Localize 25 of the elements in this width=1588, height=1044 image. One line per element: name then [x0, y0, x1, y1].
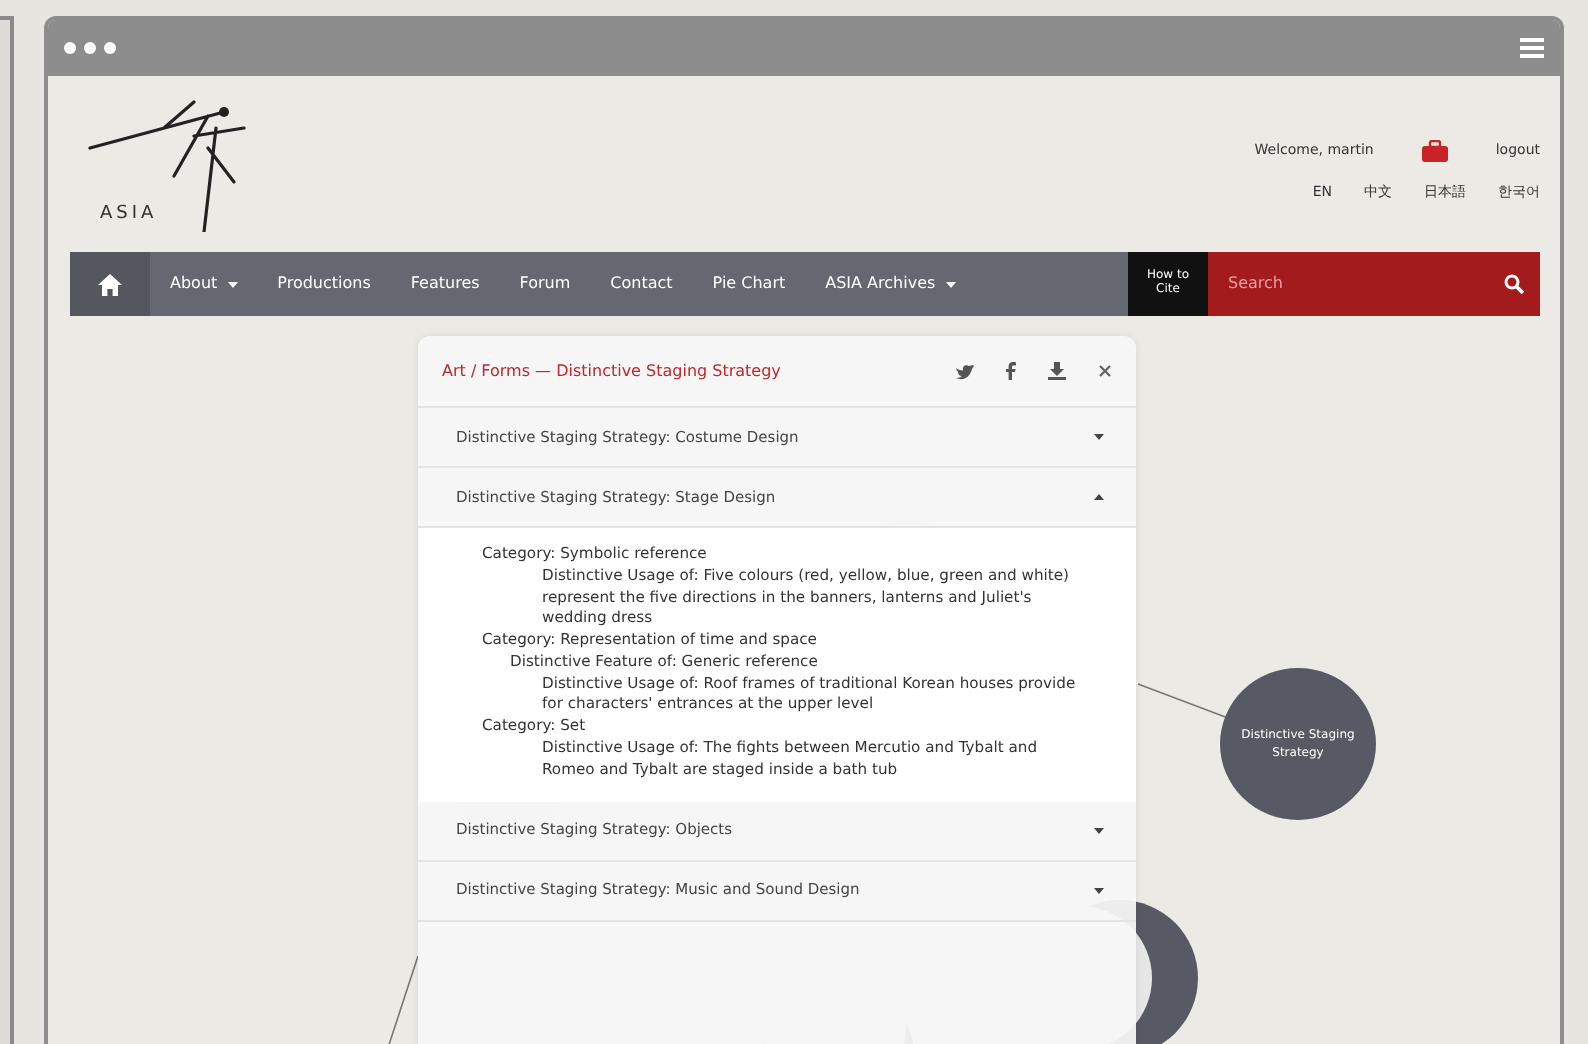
nav-item[interactable]: About: [150, 252, 258, 316]
panel-title: Art / Forms — Distinctive Staging Strategy: [442, 359, 783, 383]
home-icon: [98, 273, 122, 295]
nav-item[interactable]: Pie Chart: [692, 252, 806, 316]
graph-edge: [1137, 683, 1229, 719]
search-field[interactable]: Search: [1224, 270, 1504, 298]
nav-item[interactable]: Productions: [257, 252, 391, 316]
close-icon[interactable]: [1098, 364, 1112, 378]
nav-item[interactable]: Forum: [499, 252, 591, 316]
menu-icon[interactable]: [1520, 38, 1544, 58]
caret-icon: [227, 281, 238, 287]
graph-edge: [383, 955, 419, 1044]
twitter-icon[interactable]: [956, 363, 974, 379]
download-icon[interactable]: [1048, 362, 1066, 380]
caret-icon: [945, 281, 956, 287]
nav-item[interactable]: ASIA Archives: [805, 252, 976, 316]
search-bar[interactable]: Search: [1208, 252, 1540, 316]
search-icon[interactable]: [1504, 274, 1524, 294]
nav-item[interactable]: Contact: [590, 252, 693, 316]
facebook-icon[interactable]: [1006, 362, 1016, 380]
logo-text: ASIA: [100, 201, 158, 227]
window-dots-icon[interactable]: [64, 42, 116, 54]
briefcase-icon[interactable]: [1421, 140, 1448, 162]
nav-item[interactable]: Features: [390, 252, 500, 316]
home-button[interactable]: [70, 252, 150, 316]
